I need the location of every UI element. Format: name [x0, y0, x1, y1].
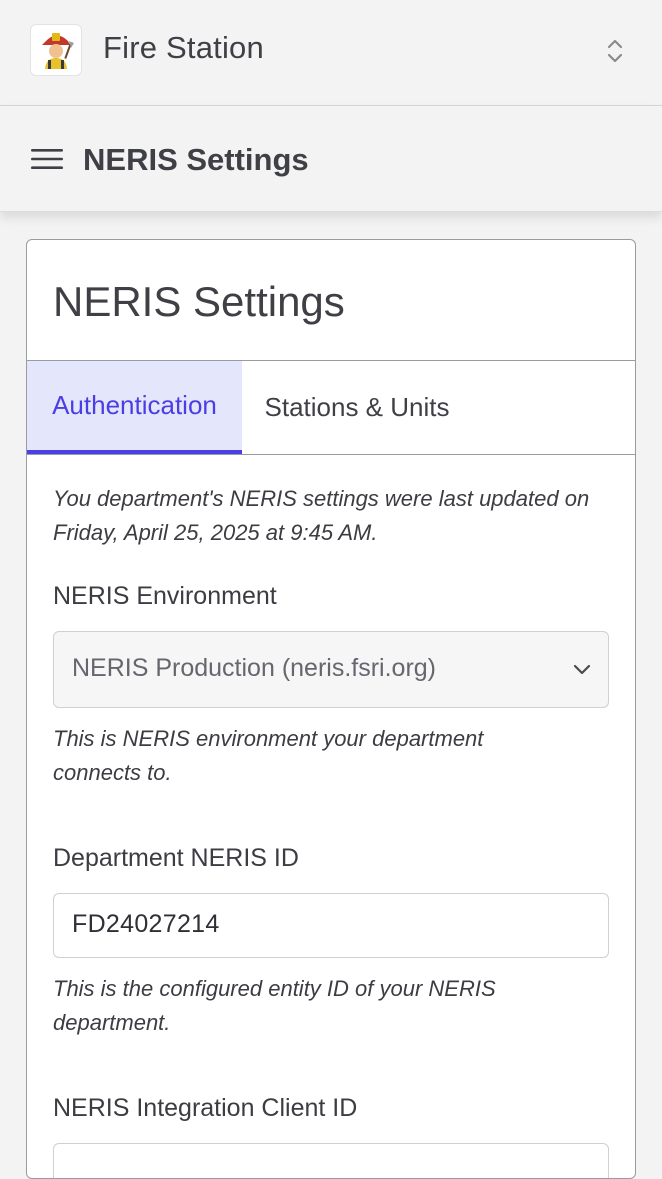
client-id-field[interactable]: [53, 1143, 609, 1178]
org-switcher[interactable]: Fire Station: [0, 0, 662, 106]
environment-select[interactable]: NERIS Production (neris.fsri.org): [53, 631, 609, 708]
tab-bar: Authentication Stations & Units: [27, 361, 635, 455]
firefighter-logo-icon: [30, 24, 82, 76]
department-id-label: Department NERIS ID: [53, 844, 299, 872]
hamburger-menu-icon[interactable]: [30, 146, 64, 172]
department-id-value: FD24027214: [72, 910, 220, 938]
last-updated-note: You department's NERIS settings were las…: [53, 486, 590, 545]
environment-label: NERIS Environment: [53, 582, 277, 610]
department-id-field[interactable]: FD24027214: [53, 893, 609, 958]
card-title: NERIS Settings: [53, 278, 345, 325]
client-id-label: NERIS Integration Client ID: [53, 1094, 358, 1122]
environment-help-text: This is NERIS environment your departmen…: [53, 726, 484, 785]
tab-authentication[interactable]: Authentication: [27, 361, 242, 454]
chevron-up-down-icon[interactable]: [600, 36, 630, 66]
chevron-down-icon: [570, 658, 594, 682]
settings-card: NERIS Settings Authentication Stations &…: [26, 239, 636, 1179]
department-id-help-text: This is the configured entity ID of your…: [53, 976, 496, 1035]
tab-stations-units[interactable]: Stations & Units: [242, 361, 472, 454]
page-header: NERIS Settings: [0, 106, 662, 212]
environment-select-value: NERIS Production (neris.fsri.org): [72, 654, 437, 682]
page-title: NERIS Settings: [83, 142, 309, 177]
org-name: Fire Station: [103, 30, 264, 65]
